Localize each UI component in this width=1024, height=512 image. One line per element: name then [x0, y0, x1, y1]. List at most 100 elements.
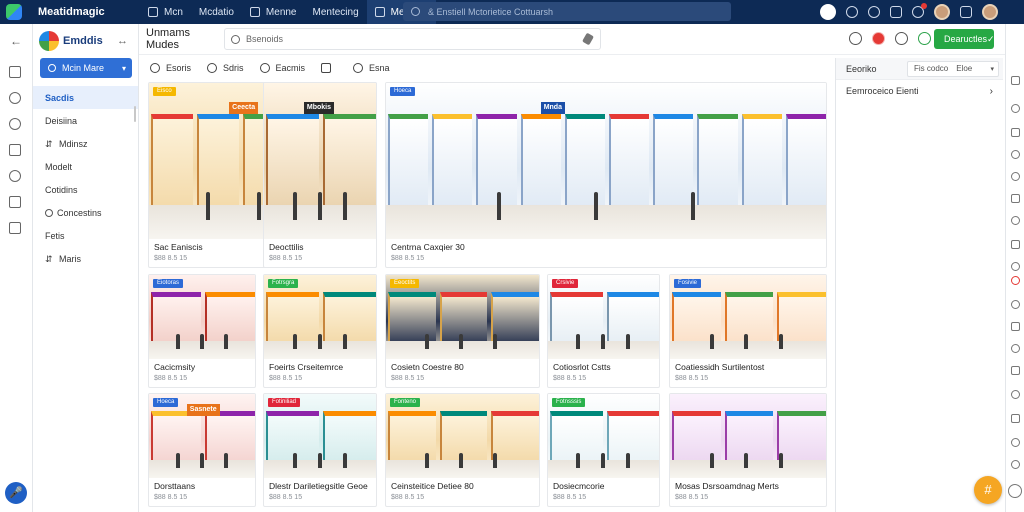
shopper-figure [625, 333, 630, 349]
document-icon[interactable] [9, 196, 21, 208]
sidebar-item[interactable]: Concestins [33, 201, 138, 224]
filter-chip[interactable] [321, 63, 337, 73]
map-icon[interactable] [1011, 300, 1020, 309]
clock-icon[interactable] [895, 32, 908, 45]
shopper-figure [779, 452, 784, 468]
notification-icon[interactable] [912, 3, 927, 18]
folder-icon[interactable] [1011, 366, 1020, 375]
back-arrow-icon[interactable]: ← [9, 34, 23, 48]
grid-icon[interactable] [9, 66, 21, 78]
minus-circle-icon [353, 63, 364, 73]
photo-card[interactable]: Fotiniliad Dlestr Dariletiegsitle Geoe $88… [263, 393, 377, 507]
search-icon [231, 34, 240, 44]
floating-action-button[interactable]: # [974, 476, 1002, 504]
sort-select[interactable]: Fis codco Eloe ▾ [907, 60, 999, 77]
profile-icon[interactable] [820, 4, 836, 20]
help-icon[interactable] [1011, 460, 1020, 469]
user-icon[interactable] [849, 32, 862, 45]
photo-meta: $88 8.5 15 [154, 494, 188, 501]
export-icon[interactable] [9, 222, 21, 234]
storefront [151, 114, 193, 211]
phone-icon[interactable] [1011, 438, 1020, 447]
tag-icon[interactable] [1011, 216, 1020, 225]
sidebar-scrollbar[interactable] [134, 106, 136, 122]
refresh-icon[interactable] [918, 32, 931, 45]
global-search-input[interactable]: & Enstiell Mctorietice Cottuarsh [403, 2, 731, 21]
top-nav-item[interactable]: Mcdatio [191, 0, 242, 24]
grid-icon[interactable] [1011, 194, 1020, 203]
scroll-to-top-icon[interactable] [1008, 484, 1022, 498]
record-icon[interactable] [872, 32, 885, 45]
microphone-button[interactable]: 🎤 [5, 482, 27, 504]
share-icon[interactable] [1011, 344, 1020, 353]
location-icon[interactable] [9, 92, 21, 104]
brand[interactable]: Meatidmagic [0, 4, 140, 20]
sidebar-item[interactable]: ⇵ Maris [33, 247, 138, 270]
shopper-figure [779, 333, 784, 349]
shopper-figure [458, 452, 463, 468]
sidebar-item[interactable]: Cotidins [33, 178, 138, 201]
cloud-icon[interactable] [1011, 390, 1020, 399]
collapse-icon[interactable]: ↔ [117, 35, 128, 47]
shopper-figure [317, 452, 322, 468]
photo-card[interactable]: Fotrsgra Foeirts Crseitemrce $88 8.5 15 [263, 274, 377, 388]
sort-select-value-2: Eloe [956, 64, 973, 73]
sidebar-item[interactable]: Deisiina [33, 109, 138, 132]
share-button[interactable]: Deaructles ✓ [934, 29, 995, 49]
photo-card[interactable]: Fotnsssis Dosiecmcorie $88 8.5 15 [547, 393, 660, 507]
info-icon[interactable] [1011, 104, 1020, 113]
sort-icon: ⇵ [45, 138, 53, 149]
layers-icon[interactable] [1011, 150, 1020, 159]
print-icon[interactable] [1011, 414, 1020, 423]
settings-icon[interactable] [1011, 172, 1020, 181]
top-nav-item[interactable]: Mentecing [305, 0, 367, 24]
sidebar-item[interactable]: ⇵ Mdinsz [33, 132, 138, 155]
sidebar-item[interactable]: Fetis [33, 224, 138, 247]
star-icon[interactable] [1011, 262, 1020, 271]
photo-card[interactable]: Mosas Dsrsoamdnag Merts $88 8.5 15 [669, 393, 827, 507]
clock-icon[interactable] [9, 118, 21, 130]
photo-card[interactable]: Eeoctits Cosietn Coestre 80 $88 8.5 15 [385, 274, 540, 388]
pin-icon[interactable] [582, 32, 594, 46]
shopper-figure [342, 333, 347, 349]
filter-chip[interactable]: Esna [353, 63, 390, 73]
shopper-figure [458, 333, 463, 349]
photo-card[interactable]: Fonteno Ceinsteitice Detiee 80 $88 8.5 15 [385, 393, 540, 507]
photo-card[interactable]: Mbokis Deocttilis $88 8.5 15 [263, 82, 377, 268]
sidebar-item-label: Fetis [45, 230, 65, 241]
sidebar-item[interactable]: Modelt [33, 155, 138, 178]
right-panel-subheader[interactable]: Eemroceico Eienti › [836, 80, 1003, 102]
pin-icon[interactable] [9, 170, 21, 182]
shopper-figure [709, 333, 714, 349]
settings-icon[interactable] [960, 6, 972, 18]
photo-card[interactable]: Mnda Hoeca Centrna Caxqier 30 $88 8.5 15 [385, 82, 827, 268]
alert-icon[interactable] [1011, 276, 1020, 285]
photo-card[interactable]: Sasnete Hoeca Dorsttaans $88 8.5 15 [148, 393, 256, 507]
filter-icon[interactable] [1011, 240, 1020, 249]
sidebar-item-active[interactable]: Sacdis [33, 86, 138, 109]
image-icon[interactable] [1011, 128, 1020, 137]
top-nav-item[interactable]: Mcn [140, 0, 191, 24]
help-icon[interactable] [846, 6, 858, 18]
top-bar-actions [820, 0, 998, 24]
new-button[interactable]: Mcin Mare ▾ [40, 58, 132, 78]
photo-title: Mosas Dsrsoamdnag Merts [675, 481, 779, 491]
photo-card[interactable]: Crsivie Cotiosrlot Cstts $88 8.5 15 [547, 274, 660, 388]
bag-icon[interactable] [9, 144, 21, 156]
photo-card[interactable]: Eiotoras Cacicmsity $88 8.5 15 [148, 274, 256, 388]
panel-icon[interactable] [1011, 76, 1020, 85]
apps-icon[interactable] [890, 6, 902, 18]
filter-chip[interactable]: Esoris [150, 63, 191, 73]
layers-icon [374, 7, 385, 17]
photo-card[interactable]: Fosivie Coatiessidh Surtilentost $88 8.5 1… [669, 274, 827, 388]
history-icon[interactable] [868, 6, 880, 18]
filter-chip[interactable]: Sdris [207, 63, 244, 73]
filter-chip[interactable]: Eacmis [259, 63, 305, 73]
content-search-input[interactable]: Bsenoids [224, 28, 601, 50]
photo-meta: $88 8.5 15 [154, 375, 188, 382]
note-icon[interactable] [1011, 322, 1020, 331]
chevron-right-icon[interactable]: › [990, 86, 993, 97]
top-nav-item[interactable]: Menne [242, 0, 305, 24]
avatar-secondary[interactable] [982, 4, 998, 20]
avatar[interactable] [934, 4, 950, 20]
